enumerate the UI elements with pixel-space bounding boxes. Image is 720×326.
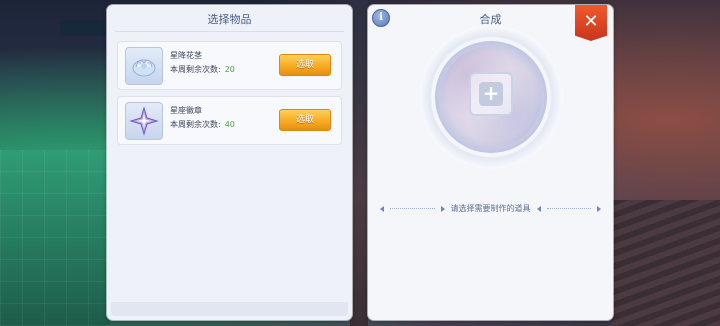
item-name: 星座徽章: [170, 106, 202, 115]
background-center-strip: [350, 0, 368, 326]
arrow-left-icon: [380, 205, 384, 212]
item-remaining: 本周剩余次数: 40: [170, 119, 235, 130]
remaining-label: 本周剩余次数:: [170, 120, 221, 129]
background-name-tag: [60, 20, 106, 36]
dotted-divider: [390, 208, 435, 209]
item-remaining: 本周剩余次数: 20: [170, 64, 235, 75]
remaining-count: 20: [224, 65, 235, 74]
dotted-divider: [546, 208, 591, 209]
select-button[interactable]: 选取: [279, 54, 331, 76]
synthesis-panel: i 合成 ✕ + 请选择需要制作的道具: [368, 5, 613, 320]
select-button[interactable]: 选取: [279, 109, 331, 131]
remaining-count: 40: [224, 120, 235, 129]
title-divider: [115, 31, 344, 32]
arrow-left-icon: [536, 205, 541, 212]
close-button[interactable]: ✕: [575, 5, 607, 41]
add-item-slot[interactable]: +: [469, 72, 513, 116]
panel-title: 选择物品: [207, 13, 252, 26]
star-badge-icon: [125, 102, 163, 140]
hint-row: 请选择需要制作的道具: [380, 203, 601, 214]
list-item[interactable]: 星座徽章 本周剩余次数: 40 选取: [117, 96, 342, 145]
arrow-right-icon: [597, 205, 601, 212]
background-floor-right: [612, 200, 720, 326]
close-icon: ✕: [583, 11, 599, 32]
item-list: 星降花茎 本周剩余次数: 20 选取 星座徽章 本周剩余次数: 40 选取: [117, 41, 342, 151]
background-floor-tiles: [0, 150, 110, 326]
arrow-right-icon: [440, 205, 445, 212]
select-item-panel: 选择物品 星降花茎 本周剩余次数: 20 选取 星座徽章 本周剩余次数: 40 …: [107, 5, 352, 320]
item-name: 星降花茎: [170, 51, 202, 60]
list-item[interactable]: 星降花茎 本周剩余次数: 20 选取: [117, 41, 342, 90]
remaining-label: 本周剩余次数:: [170, 65, 221, 74]
flower-crystal-icon: [125, 47, 163, 85]
plus-icon: +: [479, 82, 503, 106]
panel-footer: [111, 302, 348, 316]
hint-text: 请选择需要制作的道具: [450, 204, 531, 213]
